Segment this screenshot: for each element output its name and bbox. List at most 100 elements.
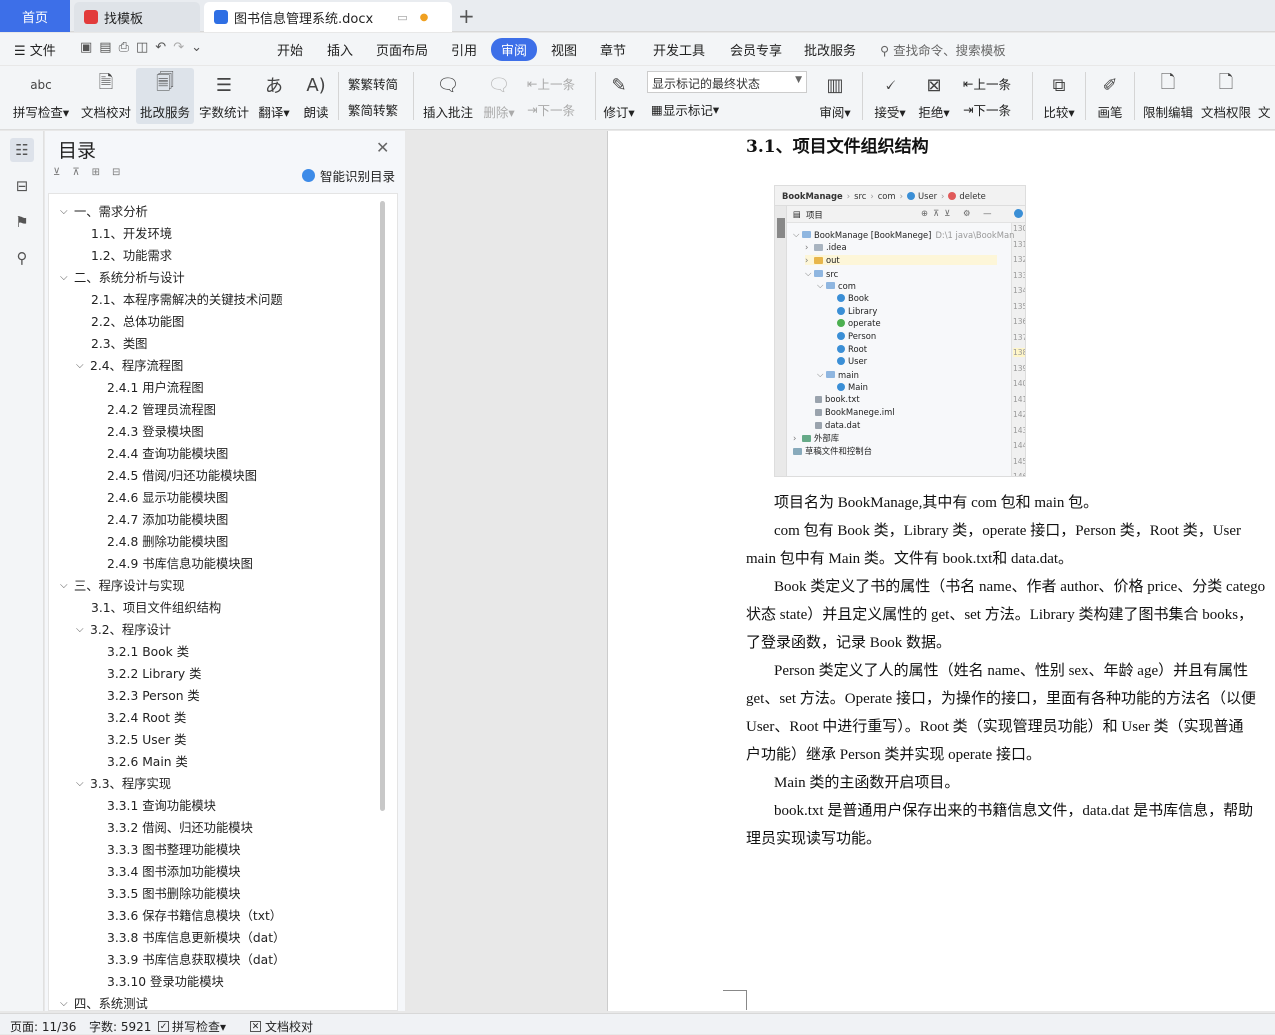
menu-member[interactable]: 会员专享	[730, 40, 782, 59]
chevron-right-icon[interactable]: ›	[793, 433, 802, 443]
ide-tree-node[interactable]: book.txt	[815, 394, 860, 404]
page-indicator[interactable]: 页面: 11/36	[10, 1018, 76, 1035]
next-comment-button[interactable]: ⇥ 下一条	[527, 100, 575, 119]
command-search[interactable]: ⚲ 查找命令、搜索模板	[880, 40, 1006, 59]
toc-item[interactable]: ⌵ 3.3、程序实现	[76, 774, 171, 792]
toc-item[interactable]: 2.3、类图	[91, 334, 147, 352]
chevron-down-icon[interactable]: ⌵	[60, 998, 74, 1009]
document-permission-button[interactable]: 🗋 文档权限	[1199, 68, 1253, 124]
quick-access-toolbar[interactable]: ▣▤⎙◫↶↷⌄	[80, 40, 209, 55]
toc-item[interactable]: ⌵ 二、系统分析与设计	[60, 268, 185, 286]
ide-tree-node[interactable]: operate	[837, 318, 881, 328]
ide-tree-node[interactable]: 草稿文件和控制台	[793, 445, 872, 457]
chevron-down-icon[interactable]: ⌵	[817, 369, 826, 380]
toc-item[interactable]: 2.4.1 用户流程图	[107, 378, 204, 396]
chevron-right-icon[interactable]: ›	[805, 242, 814, 252]
menu-chapter[interactable]: 章节	[600, 40, 626, 59]
pen-button[interactable]: ✐ 画笔	[1093, 68, 1127, 124]
new-tab-button[interactable]: +	[458, 4, 475, 28]
delete-comment-button[interactable]: 🗨 删除▾	[481, 68, 517, 124]
more-down-icon[interactable]: ⌄	[191, 40, 209, 55]
chevron-down-icon[interactable]: ⌵	[60, 580, 74, 591]
toc-scrollbar[interactable]	[380, 201, 385, 811]
ide-tree-node[interactable]: Person	[837, 331, 876, 341]
monitor-icon[interactable]: ▭	[397, 11, 407, 24]
menu-grading[interactable]: 批改服务	[804, 40, 856, 59]
markup-state-select[interactable]: 显示标记的最终状态 ▼	[647, 71, 807, 93]
review-pane-button[interactable]: ▥ 审阅▾	[816, 68, 854, 124]
toc-item[interactable]: 3.2.6 Main 类	[107, 752, 188, 770]
toc-item[interactable]: 2.4.9 书库信息功能模块图	[107, 554, 253, 572]
spell-check-button[interactable]: abc 拼写检查▾	[10, 68, 72, 124]
toc-item[interactable]: 2.4.2 管理员流程图	[107, 400, 216, 418]
menu-start[interactable]: 开始	[277, 40, 303, 59]
chevron-down-icon[interactable]: ⌵	[805, 268, 814, 279]
trad-to-simp-button[interactable]: 繁 繁转简	[348, 74, 398, 93]
undo-icon[interactable]: ↶	[155, 40, 173, 55]
save-icon[interactable]: ▣	[80, 40, 99, 55]
compare-button[interactable]: ⧉ 比较▾	[1040, 68, 1078, 124]
remove-heading-icon[interactable]: ⊟	[112, 167, 132, 178]
grading-service-button[interactable]: 🗐 批改服务	[136, 68, 194, 124]
status-spell-check[interactable]: ✓ 拼写检查 ▾	[158, 1018, 226, 1035]
redo-icon[interactable]: ↷	[173, 40, 191, 55]
toc-item[interactable]: 3.3.9 书库信息获取模块（dat）	[107, 950, 285, 968]
toc-item[interactable]: 2.4.3 登录模块图	[107, 422, 204, 440]
toc-item[interactable]: 3.3.5 图书删除功能模块	[107, 884, 241, 902]
ide-tree-node[interactable]: ⌵ src	[805, 268, 838, 279]
overflow-ribbon-button[interactable]: 文	[1258, 68, 1275, 124]
word-count-indicator[interactable]: 字数: 5921	[89, 1018, 151, 1035]
toc-item[interactable]: 3.2.1 Book 类	[107, 642, 189, 660]
ide-tree-node[interactable]: BookManege.iml	[815, 407, 895, 417]
accept-button[interactable]: 🗸 接受▾	[871, 68, 909, 124]
chevron-down-icon[interactable]: ⌵	[817, 280, 826, 291]
ide-tree-node[interactable]: Root	[837, 344, 867, 354]
menu-references[interactable]: 引用	[451, 40, 477, 59]
toc-item[interactable]: 3.3.8 书库信息更新模块（dat）	[107, 928, 285, 946]
toc-item[interactable]: 3.3.4 图书添加功能模块	[107, 862, 241, 880]
toc-item[interactable]: 2.4.7 添加功能模块图	[107, 510, 228, 528]
insert-comment-button[interactable]: 🗨 插入批注	[421, 68, 475, 124]
status-proofread[interactable]: ✕ 文档校对	[250, 1018, 313, 1035]
toc-item[interactable]: 3.1、项目文件组织结构	[91, 598, 221, 616]
toc-item[interactable]: ⌵ 2.4、程序流程图	[76, 356, 183, 374]
read-aloud-button[interactable]: A) 朗读	[300, 68, 332, 124]
smart-toc-button[interactable]: 智能识别目录	[302, 166, 395, 185]
toc-item[interactable]: 3.3.3 图书整理功能模块	[107, 840, 241, 858]
toc-item[interactable]: ⌵ 四、系统测试	[60, 994, 148, 1012]
tab-home[interactable]: 首页	[0, 0, 70, 32]
toc-item[interactable]: 2.1、本程序需解决的关键技术问题	[91, 290, 283, 308]
ide-tree-node[interactable]: ⌵ com	[817, 280, 856, 291]
reject-button[interactable]: ⊠ 拒绝▾	[915, 68, 953, 124]
translate-button[interactable]: あ翻译▾	[256, 68, 292, 124]
toc-item[interactable]: 2.2、总体功能图	[91, 312, 184, 330]
toc-item[interactable]: 3.2.3 Person 类	[107, 686, 200, 704]
toc-item[interactable]: 3.3.1 查询功能模块	[107, 796, 216, 814]
prev-comment-button[interactable]: ⇤ 上一条	[527, 74, 575, 93]
project-structure-image[interactable]: BookManage › src › com › User › delete ▤ 项目 ⊕⊼…	[774, 185, 1026, 477]
ide-tree-node[interactable]: ⌵ main	[817, 369, 859, 380]
toc-pane-icon[interactable]: ☷	[10, 138, 34, 162]
chevron-down-icon[interactable]: ⌵	[60, 206, 74, 217]
file-menu[interactable]: ☰ 文件	[14, 40, 56, 59]
toc-item[interactable]: 3.2.5 User 类	[107, 730, 186, 748]
export-icon[interactable]: ▤	[99, 40, 118, 55]
word-count-button[interactable]: ☰ 字数统计	[197, 68, 251, 124]
chapter-nav-icon[interactable]: ⊟	[10, 174, 34, 198]
menu-view[interactable]: 视图	[551, 40, 577, 59]
ide-tree-node[interactable]: › out	[805, 255, 997, 265]
next-change-button[interactable]: ⇥ 下一条	[963, 100, 1011, 119]
menu-page-layout[interactable]: 页面布局	[376, 40, 428, 59]
ide-tree-node[interactable]: › .idea	[805, 242, 847, 252]
toc-item[interactable]: 2.4.4 查询功能模块图	[107, 444, 228, 462]
toc-item[interactable]: ⌵ 三、程序设计与实现	[60, 576, 185, 594]
chevron-down-icon[interactable]: ⌵	[76, 360, 90, 371]
toc-item[interactable]: 3.3.6 保存书籍信息模块（txt）	[107, 906, 282, 924]
ide-tree-node[interactable]: ⌵ BookManage [BookManege] D:\1 java\BookMa…	[793, 229, 1014, 240]
toc-item[interactable]: ⌵ 3.2、程序设计	[76, 620, 171, 638]
menu-insert[interactable]: 插入	[327, 40, 353, 59]
tab-template[interactable]: 找模板	[74, 2, 200, 32]
add-heading-icon[interactable]: ⊞	[92, 167, 112, 178]
bookmark-icon[interactable]: ⚑	[10, 210, 34, 234]
chevron-down-icon[interactable]: ⌵	[793, 229, 802, 240]
